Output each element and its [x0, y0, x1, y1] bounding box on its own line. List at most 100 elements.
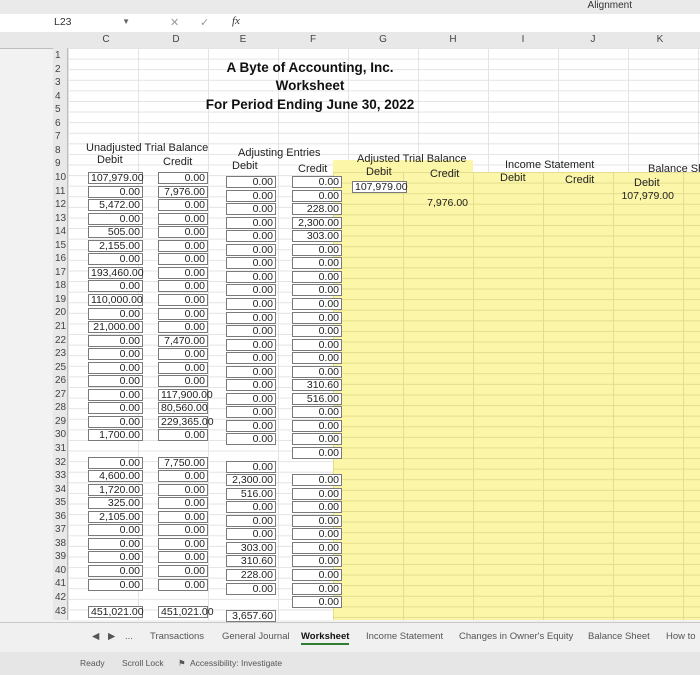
row-header[interactable]: 21: [55, 321, 67, 332]
utb-credit-cell[interactable]: 0.00: [158, 212, 208, 225]
adj-credit-cell[interactable]: 310.60: [292, 379, 342, 392]
column-header[interactable]: C: [98, 34, 114, 45]
utb-debit-cell[interactable]: 0.00: [88, 361, 143, 374]
row-header[interactable]: 31: [55, 443, 67, 454]
row-header[interactable]: 1: [55, 50, 67, 61]
row-header[interactable]: 37: [55, 524, 67, 535]
utb-debit-cell[interactable]: 0.00: [88, 253, 143, 266]
atb-credit-cell[interactable]: 7,976.00: [420, 198, 470, 210]
utb-debit-cell[interactable]: 0.00: [88, 388, 143, 401]
adj-debit-cell[interactable]: 0.00: [226, 352, 276, 365]
utb-credit-cell[interactable]: 0.00: [158, 375, 208, 388]
adj-debit-cell[interactable]: 0.00: [226, 297, 276, 310]
utb-credit-cell[interactable]: 0.00: [158, 348, 208, 361]
adj-debit-cell[interactable]: 310.60: [226, 555, 276, 568]
name-box[interactable]: L23 ▼: [54, 16, 134, 30]
utb-credit-cell[interactable]: 0.00: [158, 361, 208, 374]
adj-debit-cell[interactable]: 0.00: [226, 325, 276, 338]
utb-debit-cell[interactable]: 451,021.00: [88, 605, 144, 618]
utb-debit-cell[interactable]: 1,720.00: [88, 483, 143, 496]
adj-credit-cell[interactable]: 0.00: [292, 596, 342, 609]
adj-credit-cell[interactable]: 0.00: [292, 582, 342, 595]
utb-debit-cell[interactable]: 505.00: [88, 226, 143, 239]
tab-worksheet[interactable]: Worksheet: [301, 631, 350, 645]
adj-credit-cell[interactable]: 0.00: [292, 352, 342, 365]
adj-debit-cell[interactable]: 0.00: [226, 392, 276, 405]
column-header[interactable]: J: [585, 34, 601, 45]
adj-credit-cell[interactable]: 0.00: [292, 555, 342, 568]
adj-credit-cell[interactable]: 0.00: [292, 433, 342, 446]
adj-credit-cell[interactable]: 0.00: [292, 257, 342, 270]
adj-debit-cell[interactable]: 0.00: [226, 189, 276, 202]
adj-credit-cell[interactable]: 0.00: [292, 189, 342, 202]
adj-debit-cell[interactable]: 0.00: [226, 203, 276, 216]
adj-credit-cell[interactable]: 0.00: [292, 365, 342, 378]
utb-debit-cell[interactable]: 0.00: [88, 334, 143, 347]
adj-debit-cell[interactable]: 3,657.60: [226, 609, 276, 622]
row-header[interactable]: 35: [55, 497, 67, 508]
utb-debit-cell[interactable]: 1,700.00: [88, 429, 143, 442]
utb-debit-cell[interactable]: 0.00: [88, 402, 143, 415]
tab-nav-prev-icon[interactable]: ◀: [92, 631, 99, 642]
row-header[interactable]: 27: [55, 389, 67, 400]
chevron-down-icon[interactable]: ▼: [122, 17, 130, 26]
row-header[interactable]: 38: [55, 538, 67, 549]
row-header[interactable]: 40: [55, 565, 67, 576]
column-header[interactable]: H: [445, 34, 461, 45]
adj-debit-cell[interactable]: 0.00: [226, 528, 276, 541]
adj-credit-cell[interactable]: 0.00: [292, 243, 342, 256]
row-header[interactable]: 10: [55, 172, 67, 183]
adj-credit-cell[interactable]: 228.00: [292, 203, 342, 216]
tab-nav-next-icon[interactable]: ▶: [108, 631, 115, 642]
adj-credit-cell[interactable]: 303.00: [292, 230, 342, 243]
function-icon[interactable]: fx: [232, 15, 240, 27]
status-accessibility[interactable]: Accessibility: Investigate: [190, 658, 282, 668]
tab-income-statement[interactable]: Income Statement: [366, 631, 443, 642]
row-header[interactable]: 36: [55, 511, 67, 522]
adj-debit-cell[interactable]: 2,300.00: [226, 474, 276, 487]
utb-credit-cell[interactable]: 0.00: [158, 537, 208, 550]
utb-credit-cell[interactable]: 0.00: [158, 266, 208, 279]
accessibility-icon[interactable]: ⚑: [178, 658, 186, 669]
row-header[interactable]: 42: [55, 592, 67, 603]
adj-debit-cell[interactable]: 516.00: [226, 487, 276, 500]
utb-credit-cell[interactable]: 7,750.00: [158, 456, 208, 469]
utb-credit-cell[interactable]: 117,900.00: [158, 388, 213, 401]
adj-credit-cell[interactable]: 516.00: [292, 392, 342, 405]
utb-debit-cell[interactable]: 0.00: [88, 551, 143, 564]
tab-balance-sheet[interactable]: Balance Sheet: [588, 631, 650, 642]
adj-debit-cell[interactable]: 228.00: [226, 568, 276, 581]
row-header[interactable]: 25: [55, 362, 67, 373]
utb-credit-cell[interactable]: 0.00: [158, 497, 208, 510]
utb-credit-cell[interactable]: 229,365.00: [158, 415, 214, 428]
utb-debit-cell[interactable]: 0.00: [88, 456, 143, 469]
row-header[interactable]: 20: [55, 307, 67, 318]
column-header[interactable]: G: [375, 34, 391, 45]
tab-general-journal[interactable]: General Journal: [222, 631, 290, 642]
utb-debit-cell[interactable]: 0.00: [88, 280, 143, 293]
adj-credit-cell[interactable]: 0.00: [292, 338, 342, 351]
cancel-icon[interactable]: ✕: [170, 16, 179, 29]
utb-debit-cell[interactable]: 193,460.00: [88, 266, 144, 279]
utb-credit-cell[interactable]: 0.00: [158, 199, 208, 212]
adj-credit-cell[interactable]: 0.00: [292, 419, 342, 432]
adj-credit-cell[interactable]: 0.00: [292, 176, 342, 188]
adj-debit-cell[interactable]: 0.00: [226, 257, 276, 270]
utb-credit-cell[interactable]: 0.00: [158, 429, 208, 442]
adj-credit-cell[interactable]: 0.00: [292, 284, 342, 297]
adj-credit-cell[interactable]: 0.00: [292, 487, 342, 500]
adj-debit-cell[interactable]: 0.00: [226, 311, 276, 324]
adj-credit-cell[interactable]: 0.00: [292, 270, 342, 283]
row-header[interactable]: 13: [55, 213, 67, 224]
adj-credit-cell[interactable]: 0.00: [292, 501, 342, 514]
utb-debit-cell[interactable]: 0.00: [88, 307, 143, 320]
row-header[interactable]: 23: [55, 348, 67, 359]
adj-credit-cell[interactable]: 0.00: [292, 297, 342, 310]
utb-credit-cell[interactable]: 0.00: [158, 564, 208, 577]
row-header[interactable]: 15: [55, 240, 67, 251]
row-header[interactable]: 41: [55, 578, 67, 589]
row-header[interactable]: 7: [55, 131, 67, 142]
column-header[interactable]: D: [168, 34, 184, 45]
utb-credit-cell[interactable]: 0.00: [158, 172, 208, 184]
utb-credit-cell[interactable]: 0.00: [158, 226, 208, 239]
